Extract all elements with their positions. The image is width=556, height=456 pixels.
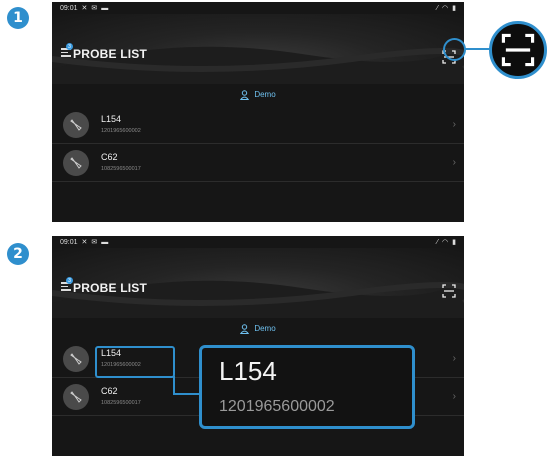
zoom-probe-serial: 1201965600002 [219,398,335,415]
probe-info-zoom: L154 1201965600002 [199,345,415,429]
mail-icon: ✉ [91,239,98,246]
callout-connector [173,393,200,395]
probe-row[interactable]: L154 1201965600002 › [52,106,464,144]
screen-step-1: 09:01 ✕ ✉ ▬ ⁄ ◠ ▮ 3 PROBE LIST Demo L154… [52,2,464,222]
probe-list: L154 1201965600002 › C62 1082596500017 › [52,106,464,182]
callout-connector [465,48,491,50]
scan-icon-zoom [489,21,547,79]
demo-label: Demo [254,324,276,333]
scan-icon [501,33,535,67]
probe-icon [63,150,89,176]
video-icon: ▬ [101,4,109,12]
scan-icon[interactable] [442,284,456,298]
tools-icon: ✕ [81,239,88,246]
demo-indicator[interactable]: Demo [52,84,464,105]
signal-icon: ⁄ [436,4,439,12]
demo-label: Demo [254,90,276,99]
probe-name: C62 [101,386,118,396]
probe-serial: 1201965600002 [101,128,141,134]
wifi-icon: ◠ [442,5,449,12]
chevron-right-icon: › [452,157,456,168]
clock: 09:01 [60,238,78,246]
chevron-right-icon: › [452,391,456,402]
notification-badge: 3 [66,277,73,284]
app-header: 3 PROBE LIST [52,248,464,318]
page-title: PROBE LIST [73,47,148,61]
chevron-right-icon: › [452,353,456,364]
page-title: PROBE LIST [73,281,148,295]
battery-icon: ▮ [452,5,456,12]
user-icon [240,323,250,334]
status-bar: 09:01 ✕ ✉ ▬ ⁄ ◠ ▮ [52,2,464,14]
wifi-icon: ◠ [442,239,449,246]
battery-icon: ▮ [452,239,456,246]
probe-highlight-box [95,346,175,378]
demo-indicator[interactable]: Demo [52,318,464,339]
app-header: 3 PROBE LIST [52,14,464,84]
status-bar: 09:01 ✕ ✉ ▬ ⁄ ◠ ▮ [52,236,464,248]
probe-icon [63,346,89,372]
clock: 09:01 [60,4,78,12]
probe-serial: 1082596500017 [101,166,141,172]
user-icon [240,89,250,100]
step-2-badge: 2 [7,243,29,265]
step-1-badge: 1 [7,7,29,29]
chevron-right-icon: › [452,119,456,130]
video-icon: ▬ [101,238,109,246]
probe-icon [63,112,89,138]
probe-name: C62 [101,152,118,162]
probe-serial: 1082596500017 [101,400,141,406]
tools-icon: ✕ [81,5,88,12]
signal-icon: ⁄ [436,238,439,246]
mail-icon: ✉ [91,5,98,12]
scan-highlight-ring [443,38,466,61]
zoom-probe-name: L154 [219,356,277,386]
probe-name: L154 [101,114,122,124]
probe-row[interactable]: C62 1082596500017 › [52,144,464,182]
probe-icon [63,384,89,410]
notification-badge: 3 [66,43,73,50]
